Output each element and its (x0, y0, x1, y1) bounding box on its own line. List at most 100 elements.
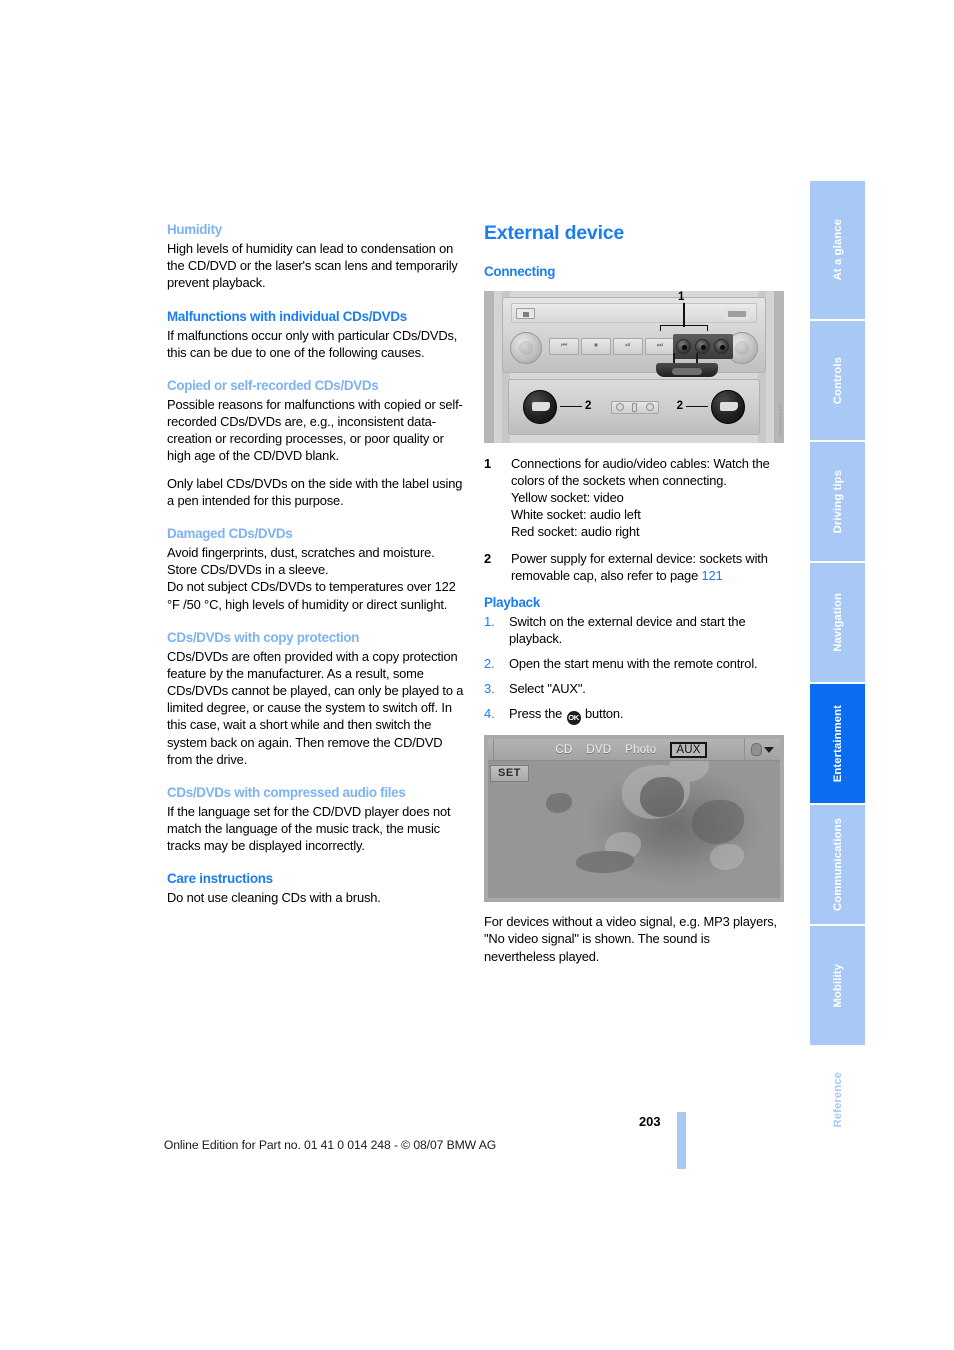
step-number-1: 1. (484, 613, 495, 629)
playback-step-4: 4. Press the OK button. (484, 705, 784, 726)
eject-icon (516, 307, 535, 319)
manual-page: Humidity High levels of humidity can lea… (0, 0, 954, 1350)
callout-label-2-left: 2 (585, 399, 592, 412)
paragraph-no-video-signal: For devices without a video signal, e.g.… (484, 914, 777, 964)
av-cable-plug (656, 362, 718, 377)
legend-item-1: 1 Connections for audio/video cables: Wa… (484, 455, 784, 541)
edition-notice: Online Edition for Part no. 01 41 0 014 … (163, 1138, 497, 1152)
page-reference-link[interactable]: 121 (702, 568, 723, 583)
prev-track-button: ⏮ (549, 337, 579, 355)
screen-frame: CD DVD Photo AUX SET (484, 735, 784, 903)
heading-care-instructions: Care instructions (167, 871, 273, 887)
transport-button-row: ⏮ ⏹ ⏯ ⏭ (549, 337, 675, 355)
power-socket-right-icon (711, 389, 745, 424)
callout-label-2-right: 2 (676, 399, 683, 412)
radio-display (511, 302, 757, 323)
subheading-copy-protection: CDs/DVDs with copy protection (167, 629, 360, 645)
power-socket-panel: 2 2 (508, 378, 760, 435)
sidebar-tab-label: Communications (831, 817, 844, 912)
sidebar-tab-navigation[interactable]: Navigation (810, 563, 865, 684)
sidebar-tab-label: At a glance (831, 219, 844, 281)
audio-left-jack-white-icon (695, 338, 710, 354)
sidebar-tab-label: Mobility (831, 963, 844, 1008)
step-number-2: 2. (484, 655, 495, 671)
menu-item-dvd[interactable]: DVD (586, 744, 611, 756)
step-number-4: 4. (484, 706, 495, 722)
sidebar-tab-label: Controls (831, 356, 844, 405)
plate-dot-left (616, 403, 625, 411)
legend-text-2: Power supply for external device: socket… (511, 550, 784, 584)
paragraph-damaged-store: Store CDs/DVDs in a sleeve. (167, 562, 329, 578)
page-title: External device (484, 222, 625, 244)
sidebar-tab-controls[interactable]: Controls (810, 321, 865, 442)
legend-text-1-content: Connections for audio/video cables: Watc… (511, 455, 770, 540)
left-text-column: Humidity High levels of humidity can lea… (167, 222, 467, 907)
sidebar-tab-entertainment[interactable]: Entertainment (810, 684, 865, 805)
page-footer: 203 Online Edition for Part no. 01 41 0 … (0, 1112, 954, 1172)
sidebar-tab-driving-tips[interactable]: Driving tips (810, 442, 865, 563)
stop-button: ⏹ (581, 337, 611, 355)
set-button[interactable]: SET (490, 765, 529, 783)
callout-label-1: 1 (678, 290, 685, 303)
right-text-column: External device Connecting ⏮ ⏹ ⏯ ⏭ 1 2 2… (484, 222, 784, 965)
sidebar-tab-at-a-glance[interactable]: At a glance (810, 181, 865, 321)
sidebar-tab-communications[interactable]: Communications (810, 805, 865, 926)
menu-item-group: CD DVD Photo AUX (518, 741, 744, 758)
playback-step-list: 1. Switch on the external device and sta… (484, 613, 784, 726)
paragraph-copy-protection: CDs/DVDs are often provided with a copy … (167, 648, 464, 767)
callout-2-right-leader (686, 405, 708, 408)
callout-1-leader (683, 302, 685, 327)
section-tab-sidebar: At a glance Controls Driving tips Naviga… (810, 181, 865, 1156)
legend-number-1: 1 (484, 455, 492, 471)
video-jack-yellow-icon (676, 338, 691, 354)
subheading-humidity: Humidity (167, 222, 222, 237)
play-pause-button: ⏯ (613, 337, 643, 355)
plate-bar-center (632, 402, 638, 412)
paragraph-damaged-avoid: Avoid fingerprints, dust, scratches and … (167, 545, 435, 561)
figure-legend: 1 Connections for audio/video cables: Wa… (484, 455, 784, 585)
legend-text-2-content: Power supply for external device: socket… (511, 551, 768, 584)
volume-knob (510, 331, 542, 364)
paragraph-damaged-temp: Do not subject CDs/DVDs to temperatures … (167, 579, 456, 612)
chevron-down-icon[interactable] (764, 746, 774, 753)
paragraph-care-instructions: Do not use cleaning CDs with a brush. (167, 890, 381, 906)
subheading-copied-cds: Copied or self-recorded CDs/DVDs (167, 377, 379, 393)
legend-item-2: 2 Power supply for external device: sock… (484, 550, 784, 584)
subheading-compressed-audio: CDs/DVDs with compressed audio files (167, 784, 406, 800)
menu-bar-divider (488, 739, 494, 761)
plate-dot-right (645, 403, 654, 411)
paragraph-humidity: High levels of humidity can lead to cond… (167, 241, 458, 291)
step-text-4: Press the OK button. (509, 705, 624, 726)
radio-head-unit: ⏮ ⏹ ⏯ ⏭ (502, 296, 766, 373)
step-text-2: Open the start menu with the remote cont… (509, 655, 758, 671)
legend-number-2: 2 (484, 551, 492, 567)
display-readout-icon (724, 307, 750, 320)
sidebar-tab-label: Navigation (831, 593, 844, 652)
menu-item-aux[interactable]: AUX (670, 741, 707, 758)
step-text-4-before: Press the (509, 706, 566, 722)
page-number: 203 (639, 1114, 661, 1129)
screen-content: CD DVD Photo AUX SET (488, 739, 780, 899)
sidebar-tab-label: Driving tips (831, 469, 844, 534)
step-text-4-after: button. (581, 706, 624, 722)
video-image-placeholder (488, 739, 780, 898)
menu-item-photo[interactable]: Photo (625, 744, 656, 756)
sidebar-tab-mobility[interactable]: Mobility (810, 926, 865, 1047)
console-figure: ⏮ ⏹ ⏯ ⏭ 1 2 2 WGEAE00045 (484, 290, 784, 443)
playback-step-3: 3. Select "AUX". (484, 680, 784, 697)
subheading-damaged-cds: Damaged CDs/DVDs (167, 525, 293, 541)
callout-2-left-leader (560, 405, 582, 408)
playback-step-2: 2. Open the start menu with the remote c… (484, 655, 784, 672)
paragraph-compressed-audio: If the language set for the CD/DVD playe… (167, 803, 451, 854)
step-number-3: 3. (484, 681, 495, 697)
console-figure-code: WGEAE00045 (778, 403, 783, 437)
paragraph-labeling: Only label CDs/DVDs on the side with the… (167, 475, 463, 508)
legend-text-1: Connections for audio/video cables: Watc… (511, 455, 784, 541)
menu-item-cd[interactable]: CD (555, 744, 572, 756)
